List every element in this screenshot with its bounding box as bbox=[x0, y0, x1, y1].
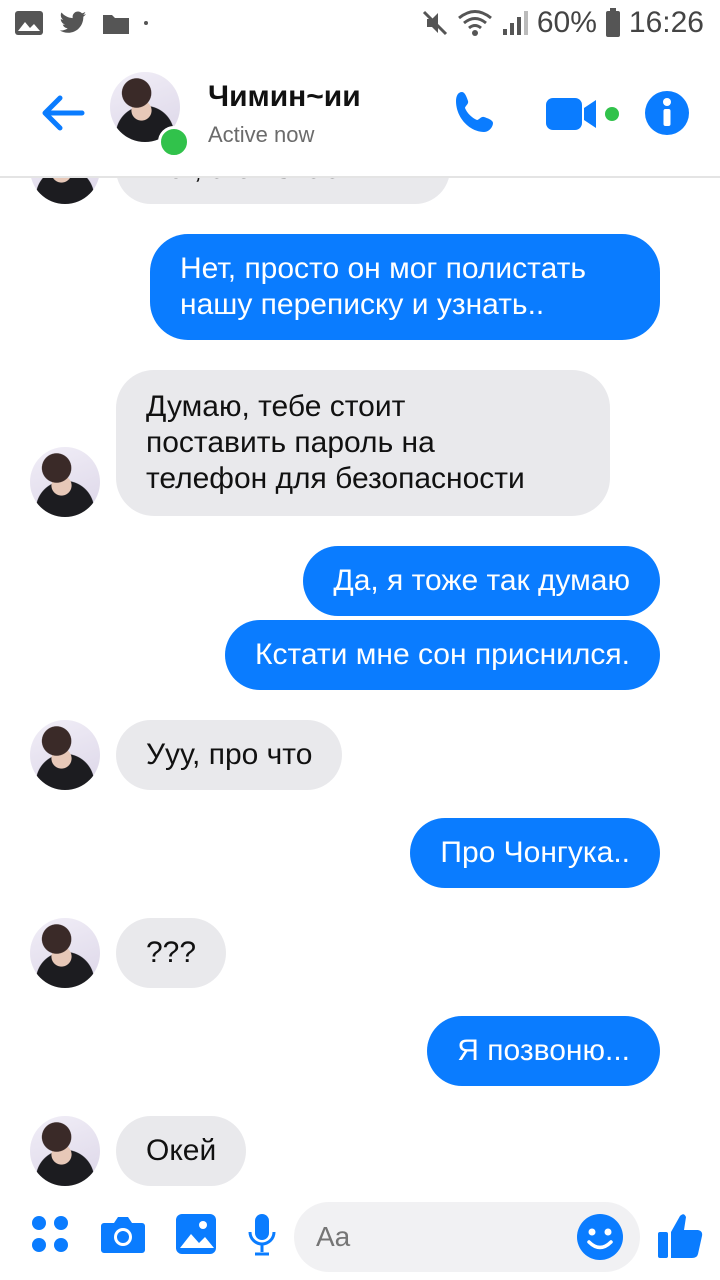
message-text-line: поставить пароль на bbox=[146, 426, 435, 459]
message-text-line: нашу переписку и узнать.. bbox=[180, 288, 545, 321]
gallery-icon[interactable] bbox=[174, 1212, 218, 1256]
contact-name[interactable]: Чимин~ии bbox=[208, 80, 361, 114]
message-text: Кстати мне сон приснился. bbox=[255, 638, 630, 671]
message-text: Окей bbox=[146, 1134, 217, 1167]
gallery-icon bbox=[15, 11, 43, 35]
message-sent[interactable]: Кстати мне сон приснился. bbox=[225, 620, 660, 690]
message-received[interactable]: Ууу, про что bbox=[116, 720, 343, 790]
info-icon[interactable] bbox=[644, 90, 690, 136]
message-received[interactable]: Думаю, тебе стоит поставить пароль на те… bbox=[116, 370, 610, 516]
message-received[interactable]: ??? bbox=[116, 918, 227, 988]
dot-icon bbox=[144, 21, 148, 25]
message-text-line: Нет, просто он мог полистать bbox=[180, 252, 586, 285]
phone-call-icon[interactable] bbox=[452, 88, 500, 136]
folder-icon bbox=[103, 15, 129, 34]
camera-icon[interactable] bbox=[100, 1214, 146, 1254]
apps-icon[interactable] bbox=[30, 1214, 70, 1254]
message-text: Ууу, про что bbox=[146, 738, 313, 771]
emoji-icon[interactable] bbox=[576, 1213, 624, 1261]
sender-avatar bbox=[30, 720, 100, 790]
microphone-icon[interactable] bbox=[246, 1212, 278, 1258]
thumbs-up-icon[interactable] bbox=[656, 1210, 704, 1260]
composer-bar bbox=[0, 1188, 720, 1280]
message-sent[interactable]: Я позвоню... bbox=[427, 1016, 660, 1086]
message-sent[interactable]: Про Чонгука.. bbox=[410, 818, 660, 888]
clock: 16:26 bbox=[628, 6, 704, 39]
twitter-icon bbox=[59, 11, 86, 33]
status-bar: 60% 16:26 bbox=[0, 0, 720, 50]
message-text: Я позвоню... bbox=[457, 1034, 630, 1067]
message-text: ??? bbox=[146, 936, 197, 969]
online-indicator bbox=[158, 126, 190, 158]
message-text: Да, я тоже так думаю bbox=[333, 564, 630, 597]
wifi-icon bbox=[457, 10, 492, 36]
sender-avatar bbox=[30, 1116, 100, 1186]
battery-icon bbox=[605, 8, 620, 37]
message-text-line: Думаю, тебе стоит bbox=[146, 390, 406, 423]
contact-status: Active now bbox=[208, 122, 315, 147]
message-text: Про Чонгука.. bbox=[440, 836, 630, 869]
message-received[interactable]: Окей bbox=[116, 1116, 247, 1186]
sender-avatar bbox=[30, 447, 100, 517]
message-input-field[interactable] bbox=[294, 1202, 640, 1272]
chat-header: Чимин~ии Active now bbox=[0, 50, 720, 178]
message-text-line: телефон для безопасности bbox=[146, 462, 525, 495]
message-sent[interactable]: Нет, просто он мог полистать нашу перепи… bbox=[150, 234, 660, 340]
message-input[interactable] bbox=[314, 1220, 558, 1254]
signal-icon bbox=[502, 11, 528, 35]
mute-icon bbox=[422, 10, 447, 36]
video-call-icon[interactable] bbox=[544, 94, 624, 134]
battery-percent: 60% bbox=[536, 6, 597, 39]
sender-avatar bbox=[30, 918, 100, 988]
back-arrow-icon[interactable] bbox=[38, 88, 88, 138]
message-sent[interactable]: Да, я тоже так думаю bbox=[303, 546, 660, 616]
